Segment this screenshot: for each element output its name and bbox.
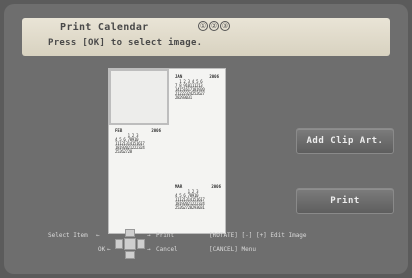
- cancel-menu-hint: [CANCEL] Menu: [209, 246, 256, 253]
- image-slot-selected[interactable]: [109, 69, 169, 125]
- calendar-month-3: MAR 2006 1 2 3 4 5 6 78910 11121314151617…: [175, 185, 221, 210]
- dpad-icon: [115, 228, 145, 260]
- page-title: Print Calendar: [60, 22, 149, 33]
- calendar-year: 2006: [211, 184, 221, 189]
- arrow-left-icon: ←: [96, 232, 100, 239]
- arrow-right-icon: →: [147, 232, 151, 239]
- image-slot[interactable]: [171, 129, 223, 173]
- calendar-year: 2006: [151, 128, 161, 133]
- mode-3-icon: ③: [220, 21, 230, 31]
- rotate-edit-hint: [ROTATE] [-] [+] Edit Image: [209, 232, 307, 239]
- instruction-text: Press [OK] to select image.: [48, 38, 203, 48]
- print-key-label: Print: [156, 232, 175, 239]
- calendar-row: 28293031: [175, 95, 192, 100]
- calendar-row: 25262728293031: [175, 205, 205, 210]
- calendar-year: 2006: [209, 74, 219, 79]
- calendar-row: 25262728: [115, 149, 132, 154]
- image-slot[interactable]: [111, 181, 167, 231]
- select-item-label: Select Item: [48, 232, 88, 239]
- print-button[interactable]: Print: [296, 188, 394, 214]
- mode-icons: ① ② ③: [198, 21, 230, 31]
- print-calendar-screen: Print Calendar ① ② ③ Press [OK] to selec…: [4, 4, 408, 274]
- ok-label: OK: [98, 246, 106, 253]
- add-clip-art-button[interactable]: Add Clip Art.: [296, 128, 394, 154]
- calendar-month-1: JAN 2006 1 2 3 4 5 6 7 8 910111213 141516…: [175, 75, 219, 100]
- arrow-right-icon: →: [147, 246, 151, 253]
- calendar-month-2: FEB 2006 1 2 3 4 5 6 78910 11121314151617…: [115, 129, 161, 154]
- arrow-left-icon: ←: [107, 246, 111, 253]
- calendar-preview-page: JAN 2006 1 2 3 4 5 6 7 8 910111213 141516…: [108, 68, 226, 234]
- key-guide: Select Item ← OK ← → Print → Cancel [ROT…: [4, 226, 408, 270]
- cancel-key-label: Cancel: [156, 246, 178, 253]
- mode-2-icon: ②: [209, 21, 219, 31]
- mode-1-icon: ①: [198, 21, 208, 31]
- header-bar: Print Calendar ① ② ③ Press [OK] to selec…: [22, 18, 390, 56]
